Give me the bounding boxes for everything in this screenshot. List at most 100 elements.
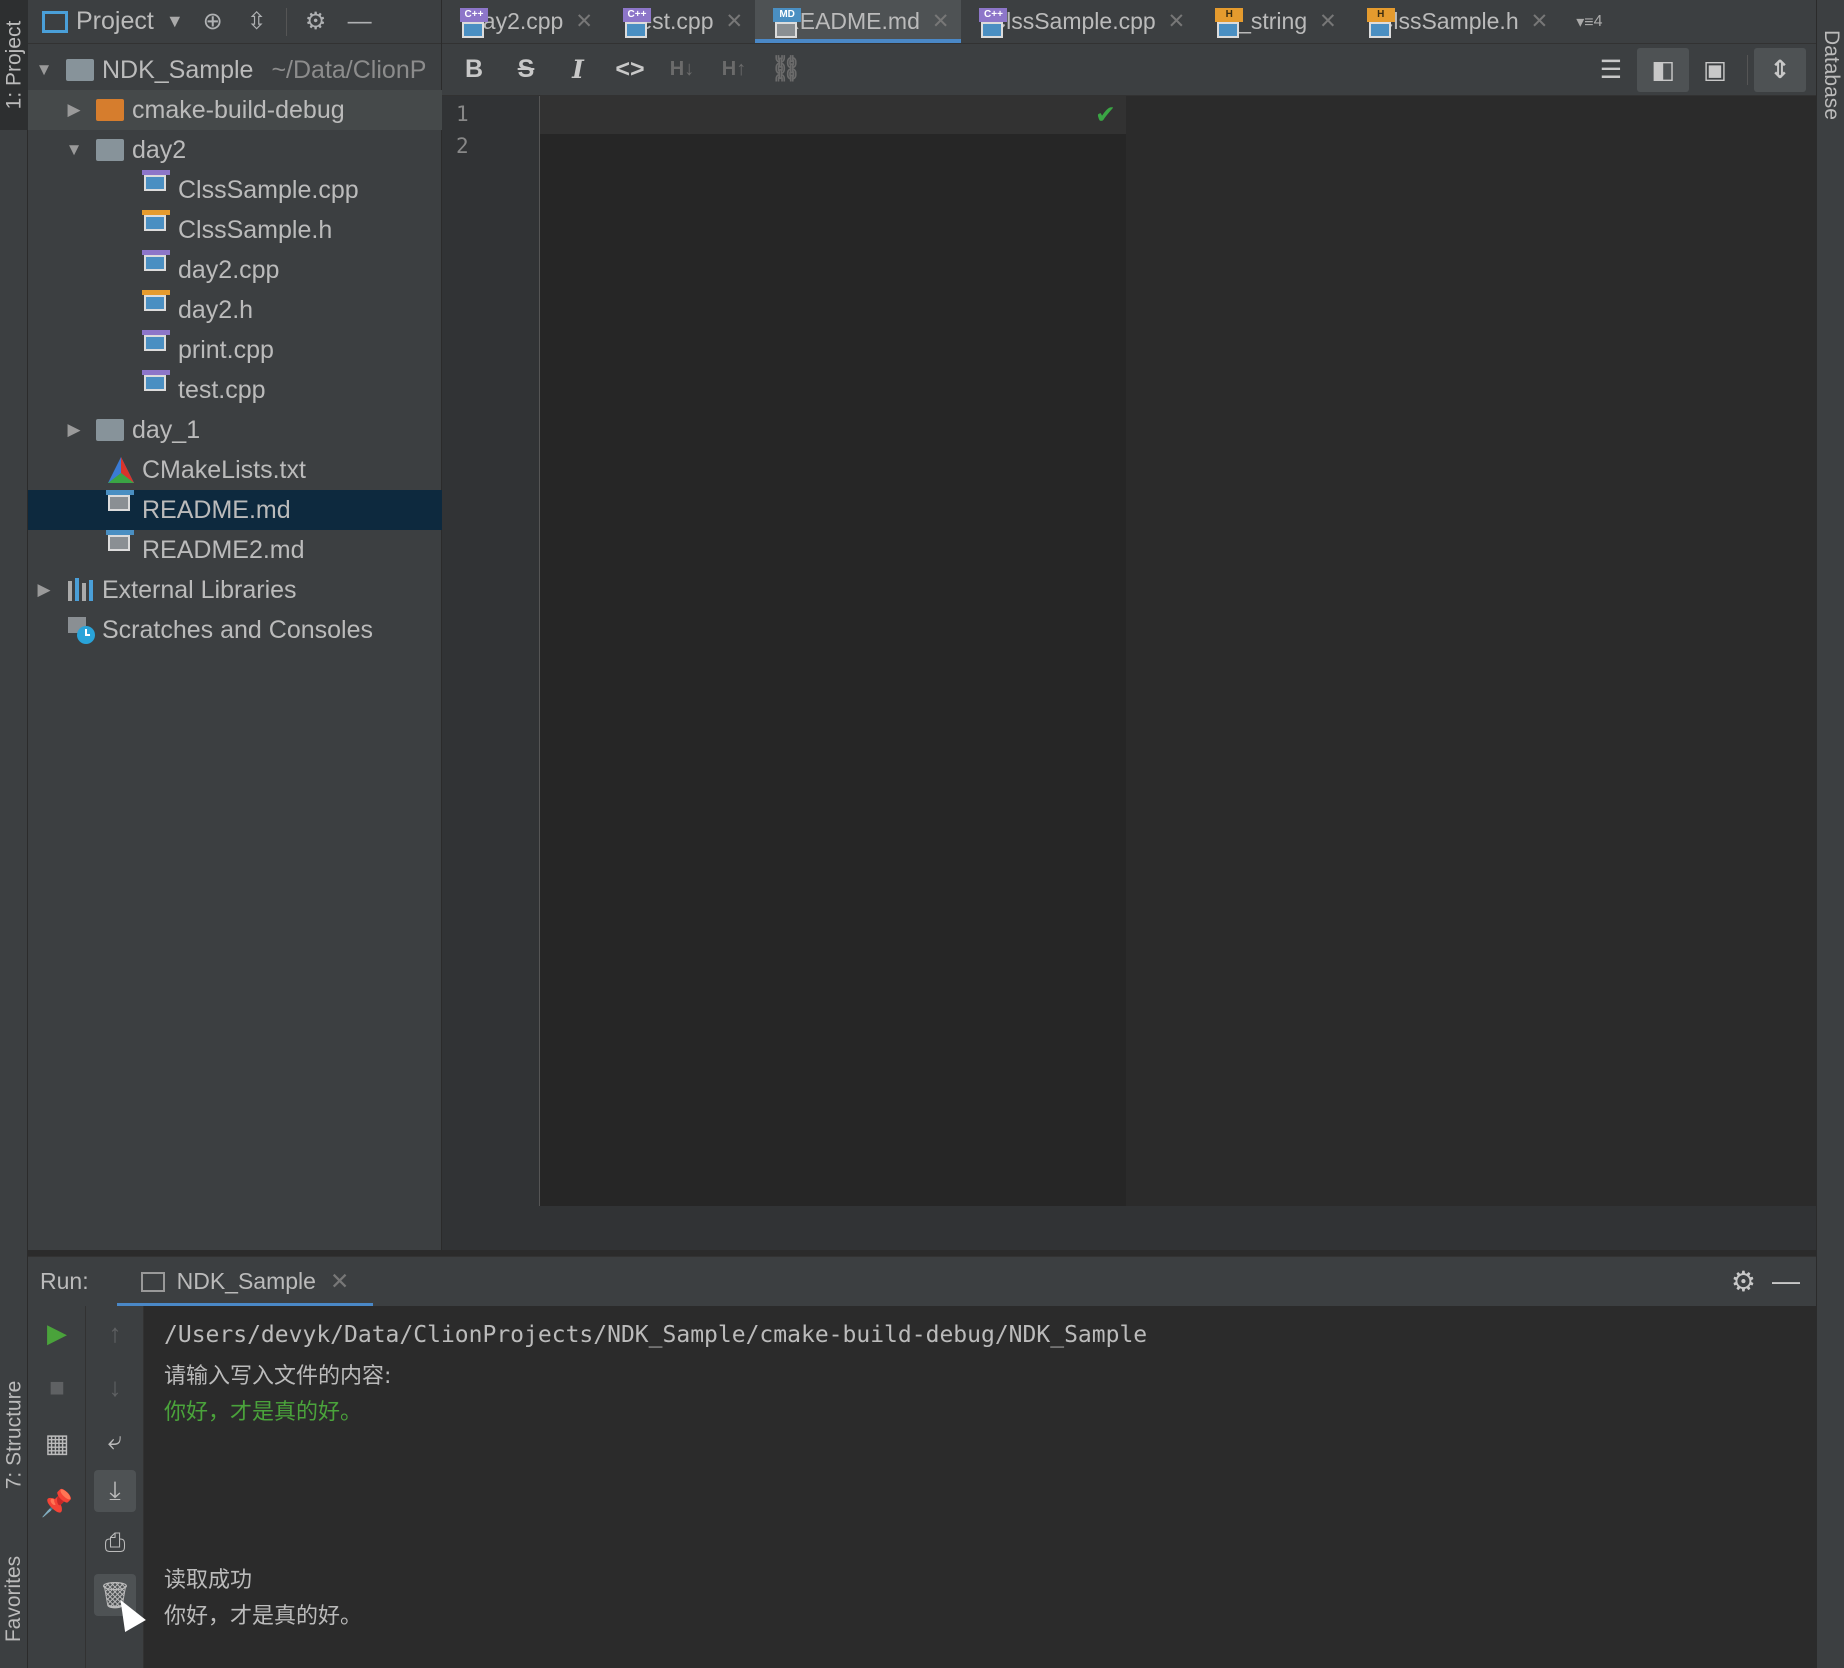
- list-icon: ▾≡: [1576, 13, 1594, 31]
- tab-clsssample-cpp[interactable]: C++ ClssSample.cpp ✕: [961, 0, 1197, 43]
- tab-label: ClssSample.h: [1376, 8, 1519, 34]
- tree-label: README.md: [142, 495, 291, 524]
- tab-structure-tool[interactable]: 7: Structure: [0, 1350, 28, 1520]
- header-down-icon[interactable]: H↓: [656, 48, 708, 92]
- cmake-icon: [106, 455, 136, 485]
- tree-label: day_1: [132, 415, 201, 444]
- markdown-file-icon: MD: [106, 490, 136, 525]
- tree-label: cmake-build-debug: [132, 95, 345, 124]
- close-icon[interactable]: ✕: [726, 9, 744, 34]
- editor-bottom-area: [442, 1206, 1816, 1250]
- collapsed-arrow-icon[interactable]: ▶: [34, 580, 54, 600]
- folder-orange-icon: [96, 95, 126, 125]
- layout-icon[interactable]: ▦: [36, 1422, 78, 1464]
- split-view-icon[interactable]: ◧: [1637, 47, 1689, 92]
- collapsed-arrow-icon[interactable]: ▶: [64, 100, 84, 120]
- tab-database-tool[interactable]: Database: [1817, 0, 1844, 150]
- strikethrough-icon[interactable]: S: [500, 48, 552, 92]
- collapse-all-icon[interactable]: ⇳: [242, 7, 272, 37]
- tree-label: External Libraries: [102, 575, 297, 604]
- minimize-icon[interactable]: —: [1772, 1265, 1800, 1297]
- close-icon[interactable]: ✕: [1531, 9, 1549, 34]
- arrow-down-icon[interactable]: ↓: [94, 1366, 136, 1408]
- check-icon: ✔: [1095, 101, 1116, 129]
- link-icon[interactable]: ⛓: [760, 48, 812, 92]
- tree-label: CMakeLists.txt: [142, 455, 306, 484]
- rerun-icon[interactable]: ▶: [36, 1312, 78, 1354]
- tree-row-file[interactable]: C++ print.cpp: [28, 330, 442, 370]
- project-window-icon: [42, 10, 68, 33]
- expanded-arrow-icon[interactable]: ▼: [34, 60, 54, 80]
- close-icon[interactable]: ✕: [932, 9, 950, 34]
- run-controls-primary: ▶ ■ ▦ 📌: [28, 1306, 86, 1668]
- tree-label: test.cpp: [178, 375, 266, 404]
- preview-only-icon[interactable]: ▣: [1689, 48, 1741, 92]
- right-tool-strip: Database: [1816, 0, 1844, 1668]
- soft-wrap-icon[interactable]: ⤶: [94, 1420, 136, 1462]
- italic-icon[interactable]: I: [552, 48, 604, 92]
- run-panel-header: Run: NDK_Sample ✕ ⚙ —: [28, 1256, 1816, 1307]
- code-icon[interactable]: <>: [604, 48, 656, 92]
- window-icon: [140, 1271, 165, 1292]
- print-icon[interactable]: ⎙: [94, 1522, 136, 1564]
- editor-only-icon[interactable]: ☰: [1585, 48, 1637, 92]
- run-tab-label: NDK_Sample: [176, 1268, 316, 1294]
- tab-day2-cpp[interactable]: C++ day2.cpp ✕: [442, 0, 605, 43]
- tab-favorites-tool[interactable]: Favorites: [0, 1530, 28, 1668]
- tree-row-day2[interactable]: ▼ day2: [28, 130, 442, 170]
- markdown-editor[interactable]: ✔: [540, 96, 1126, 1206]
- tab-overflow-count: 4: [1593, 12, 1603, 30]
- tree-row-readme-selected[interactable]: MD README.md: [28, 490, 442, 530]
- tree-row-file[interactable]: CMakeLists.txt: [28, 450, 442, 490]
- tree-path-hint: ~/Data/ClionP: [271, 55, 427, 84]
- gear-icon[interactable]: ⚙: [1731, 1265, 1756, 1298]
- tree-row-file[interactable]: C++ day2.cpp: [28, 250, 442, 290]
- locate-icon[interactable]: ⊕: [198, 7, 228, 37]
- tree-label: day2: [132, 135, 187, 164]
- close-icon[interactable]: ✕: [575, 9, 593, 34]
- folder-icon: [96, 415, 126, 445]
- expanded-arrow-icon[interactable]: ▼: [64, 140, 84, 160]
- tree-row-file[interactable]: C++ test.cpp: [28, 370, 442, 410]
- tree-row-ndk-sample[interactable]: ▼ NDK_Sample ~/Data/ClionP: [28, 50, 442, 90]
- chevron-down-icon[interactable]: ▼: [166, 11, 184, 32]
- project-panel-header: Project ▼ ⊕ ⇳ ⚙ —: [28, 0, 441, 44]
- close-icon[interactable]: ✕: [330, 1268, 349, 1295]
- tab-string[interactable]: H __string ✕: [1197, 0, 1348, 43]
- tree-row-file[interactable]: C++ ClssSample.cpp: [28, 170, 442, 210]
- pin-icon[interactable]: 📌: [36, 1482, 78, 1524]
- scroll-to-end-icon[interactable]: ⤓: [94, 1470, 136, 1512]
- markdown-file-icon: MD: [106, 530, 136, 565]
- run-label: Run:: [40, 1268, 89, 1294]
- project-view-selector[interactable]: Project: [76, 7, 154, 36]
- tab-clsssample-h[interactable]: H ClssSample.h ✕: [1349, 0, 1561, 43]
- tree-row-cmake-build-debug[interactable]: ▶ cmake-build-debug: [28, 90, 442, 130]
- close-icon[interactable]: ✕: [1319, 9, 1337, 34]
- folder-icon: [96, 135, 126, 165]
- tree-row-file[interactable]: H day2.h: [28, 290, 442, 330]
- bold-icon[interactable]: B: [448, 48, 500, 92]
- sync-scroll-icon[interactable]: ⇕: [1754, 47, 1806, 92]
- arrow-up-icon[interactable]: ↑: [94, 1312, 136, 1354]
- close-icon[interactable]: ✕: [1168, 9, 1186, 34]
- stop-icon[interactable]: ■: [36, 1366, 78, 1408]
- tree-row-file[interactable]: H ClssSample.h: [28, 210, 442, 250]
- favorites-tool-label: Favorites: [2, 1555, 26, 1643]
- tab-readme-md[interactable]: MD README.md ✕: [755, 0, 962, 43]
- collapsed-arrow-icon[interactable]: ▶: [64, 420, 84, 440]
- tree-row-external-libraries[interactable]: ▶ External Libraries: [28, 570, 442, 610]
- tab-project-tool[interactable]: 1: Project: [0, 0, 28, 130]
- tab-overflow-button[interactable]: ▾≡ 4: [1560, 0, 1602, 43]
- run-console[interactable]: /Users/devyk/Data/ClionProjects/NDK_Samp…: [144, 1306, 1816, 1668]
- tree-row-day-1[interactable]: ▶ day_1: [28, 410, 442, 450]
- minimize-icon[interactable]: —: [345, 7, 375, 37]
- tab-test-cpp[interactable]: C++ test.cpp ✕: [605, 0, 755, 43]
- editor-tab-bar: C++ day2.cpp ✕ C++ test.cpp ✕ MD README.…: [442, 0, 1816, 44]
- run-tab-ndk-sample[interactable]: NDK_Sample ✕: [116, 1257, 374, 1307]
- tree-label: ClssSample.h: [178, 215, 333, 244]
- tree-row-file[interactable]: MD README2.md: [28, 530, 442, 570]
- header-up-icon[interactable]: H↑: [708, 48, 760, 92]
- tree-row-scratches[interactable]: Scratches and Consoles: [28, 610, 442, 650]
- gear-icon[interactable]: ⚙: [301, 7, 331, 37]
- cpp-file-icon: C++: [142, 170, 172, 205]
